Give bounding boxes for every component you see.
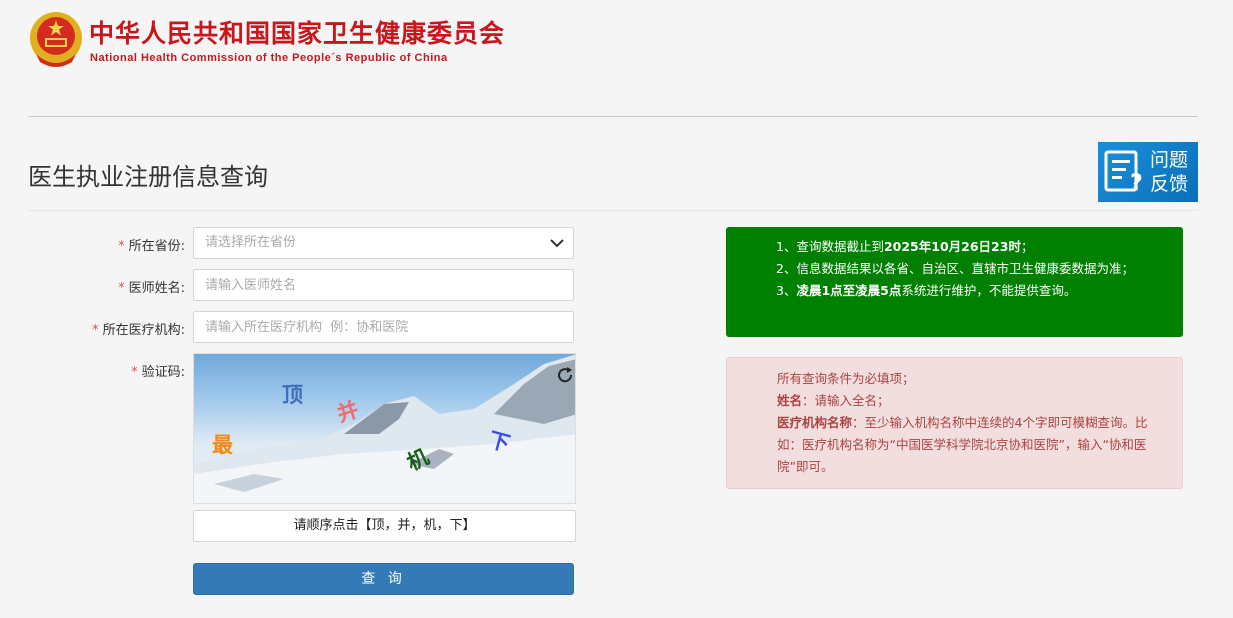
notice-text: ； [1020,239,1034,254]
required-mark: * [118,239,125,254]
refresh-icon[interactable] [556,366,574,384]
feedback-label: 问题 反馈 [1150,148,1194,196]
org-name-en: National Health Commission of the People… [90,52,448,64]
province-label-text: 所在省份: [128,239,185,254]
doctor-name-label-text: 医师姓名: [128,281,185,296]
notice-info: 1、查询数据截止到2025年10月26日23时； 2、信息数据结果以各省、自治区… [726,227,1183,337]
captcha-char[interactable]: 顶 [282,379,303,409]
province-label: * 所在省份: [20,235,185,254]
captcha-mountains [194,354,575,503]
doctor-name-label: * 医师姓名: [20,277,185,296]
feedback-icon: ? [1104,150,1143,194]
captcha-hint: 请顺序点击【顶，并，机，下】 [193,510,576,542]
notice-line-1: 1、查询数据截止到2025年10月26日23时； [776,236,1163,258]
site-header: 中华人民共和国国家卫生健康委员会 National Health Commiss… [0,0,1233,117]
chevron-down-icon [550,239,564,248]
query-button[interactable]: 查 询 [193,563,574,595]
rules-text: ：请输入全名； [802,393,890,408]
required-mark: * [131,365,138,380]
institution-label-text: 所在医疗机构: [102,323,185,338]
rules-line-2: 姓名：请输入全名； [777,390,1168,412]
captcha-image[interactable]: 顶 并 最 机 下 [193,353,576,504]
rules-line-1: 所有查询条件为必填项； [777,371,915,386]
header-divider [28,116,1198,117]
province-select[interactable]: 请选择所在省份 [193,227,574,259]
institution-label: * 所在医疗机构: [20,319,185,338]
notice-line-2: 2、信息数据结果以各省、自治区、直辖市卫生健康委数据为准； [776,261,1134,276]
feedback-label-line1: 问题 [1150,149,1189,171]
svg-text:?: ? [1130,171,1143,194]
feedback-label-line2: 反馈 [1150,173,1189,195]
notice-line-3: 3、凌晨1点至凌晨5点系统进行维护，不能提供查询。 [776,280,1163,302]
doctor-name-input[interactable] [193,269,574,301]
national-emblem-icon[interactable] [28,10,84,70]
notice-rules: 所有查询条件为必填项； 姓名：请输入全名； 医疗机构名称：至少输入机构名称中连续… [726,357,1183,489]
institution-input[interactable] [193,311,574,343]
captcha-label: * 验证码: [20,361,185,380]
org-name-cn: 中华人民共和国国家卫生健康委员会 [89,19,506,48]
notice-text: 系统进行维护，不能提供查询。 [901,283,1077,298]
rules-term: 姓名 [777,393,803,408]
rules-term: 医疗机构名称 [777,415,853,430]
captcha-char[interactable]: 最 [212,429,233,459]
notice-text: 3、 [776,283,797,298]
captcha-label-text: 验证码: [141,365,185,380]
feedback-button[interactable]: ? 问题 反馈 [1098,142,1198,202]
required-mark: * [92,323,99,338]
title-divider [28,210,1198,211]
notice-text: 1、查询数据截止到 [776,239,884,254]
rules-line-3: 医疗机构名称：至少输入机构名称中连续的4个字即可模糊查询。比如：医疗机构名称为“… [777,412,1168,478]
required-mark: * [118,281,125,296]
notice-maintenance-time: 凌晨1点至凌晨5点 [796,283,902,298]
page-title: 医生执业注册信息查询 [28,163,268,191]
page: 中华人民共和国国家卫生健康委员会 National Health Commiss… [0,0,1233,618]
notice-cutoff-date: 2025年10月26日23时 [883,239,1021,254]
